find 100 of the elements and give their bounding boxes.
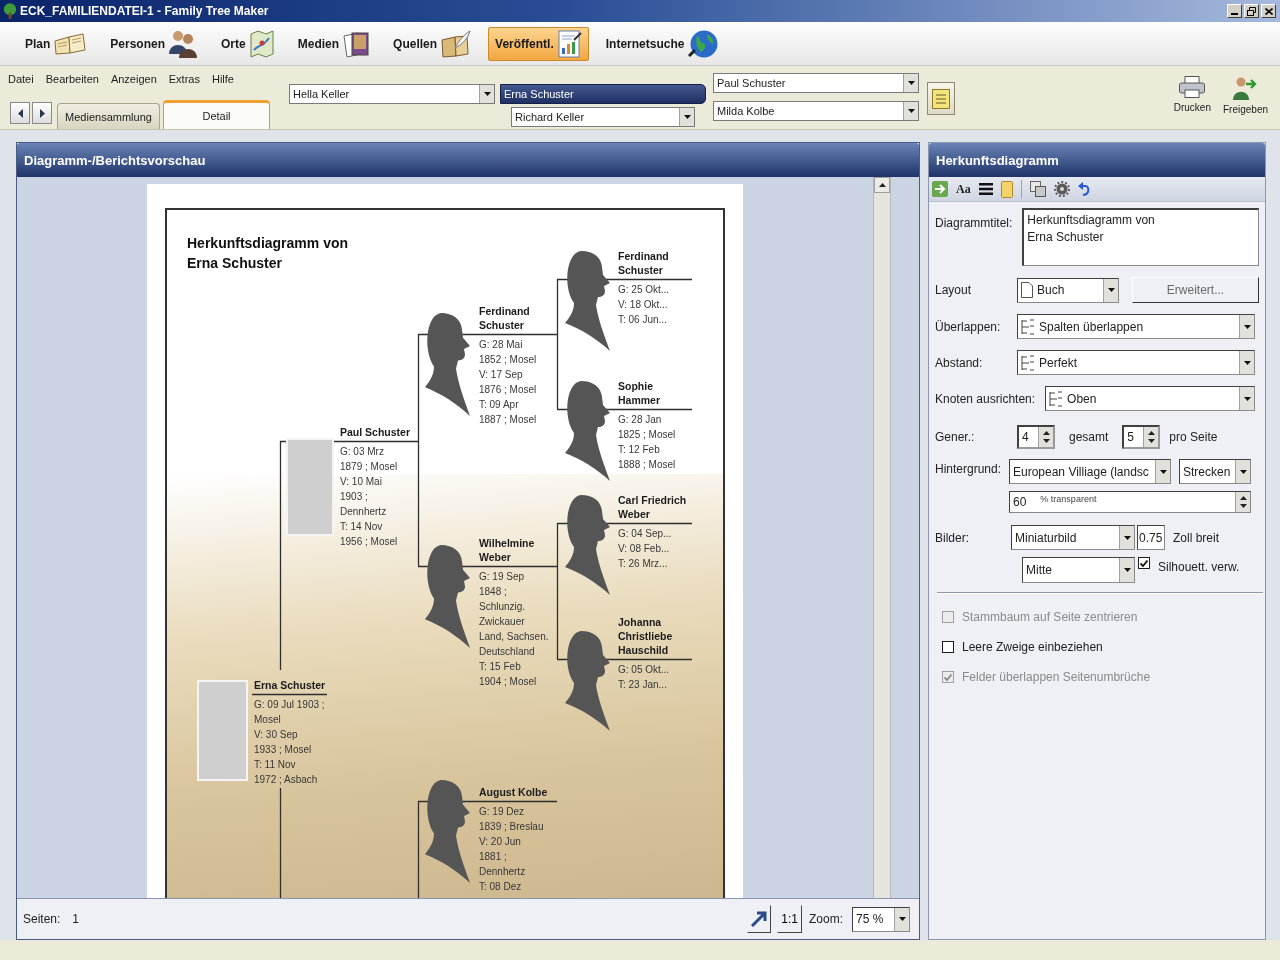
panel-title: Diagramm-/Berichtsvorschau — [24, 152, 206, 168]
silhouette-icon — [565, 381, 610, 481]
list-button[interactable] — [927, 82, 955, 115]
checkbox-label: Leere Zweige einbeziehen — [962, 640, 1103, 654]
person-name: Ferdinand Schuster — [479, 304, 530, 332]
back-button[interactable] — [10, 102, 30, 124]
caret-icon — [1103, 278, 1118, 302]
caret-icon — [894, 907, 909, 931]
event-text: G: 05 Okt... — [618, 663, 670, 677]
person-dropdown[interactable]: Hella Keller — [289, 84, 495, 104]
event-text: V: 10 Mai 1903 ; Dennhertz — [340, 475, 388, 519]
view-tab[interactable]: Mediensammlung — [57, 103, 160, 129]
field-label: Hintergrund: — [935, 461, 1003, 476]
event-text: T: 23 Jan... — [618, 678, 668, 692]
spinner-field[interactable]: 4 — [1017, 425, 1055, 449]
person-name: Carl Friedrich Weber — [618, 493, 687, 521]
silhouette-icon — [425, 780, 470, 883]
photos-icon — [343, 29, 370, 58]
person-dropdown[interactable]: Erna Schuster — [500, 84, 706, 104]
zoom-dropdown[interactable]: 75 % — [852, 906, 910, 932]
checkbox[interactable] — [1138, 557, 1150, 569]
people-icon — [169, 29, 198, 58]
silhouette-icon — [425, 313, 470, 416]
dropdown[interactable]: Oben — [1045, 386, 1255, 411]
person-name: August Kolbe — [479, 785, 548, 799]
advanced-button[interactable]: Erweitert... — [1132, 277, 1259, 303]
event-text: G: 25 Okt... — [618, 283, 670, 297]
actual-size-button[interactable]: 1:1 — [777, 905, 802, 933]
silhouette-icon — [425, 545, 470, 648]
dropdown[interactable]: Miniaturbild — [1011, 525, 1135, 550]
event-text: T: 26 Mrz... — [618, 557, 669, 571]
width-input[interactable]: 0.75 — [1137, 525, 1165, 550]
scrollbar[interactable] — [873, 177, 891, 898]
person-dropdown[interactable]: Richard Keller — [511, 107, 695, 127]
book-icon — [54, 32, 87, 55]
workspace-button[interactable]: Personen — [103, 26, 205, 61]
dropdown[interactable]: Mitte — [1022, 557, 1135, 583]
checkbox[interactable] — [942, 641, 954, 653]
forward-button[interactable] — [32, 102, 52, 124]
person-name: Johanna Christliebe Hauschild — [618, 615, 673, 657]
minimize-button[interactable] — [1227, 4, 1242, 18]
transparency-field[interactable]: 60 % transparent — [1009, 491, 1251, 513]
restore-button[interactable] — [1244, 4, 1259, 18]
menu-item[interactable]: Bearbeiten — [45, 73, 99, 85]
undo-icon[interactable] — [1077, 182, 1090, 196]
tree-icon — [3, 3, 17, 19]
print-button[interactable]: Drucken — [1173, 76, 1211, 115]
title-input[interactable]: Herkunftsdiagramm von Erna Schuster — [1022, 208, 1259, 266]
spin-arrows-icon — [1143, 427, 1159, 447]
gear-icon[interactable] — [1053, 181, 1070, 197]
menu-item[interactable]: Hilfe — [211, 73, 234, 85]
share-button[interactable]: Freigeben — [1222, 76, 1268, 115]
person-dropdown[interactable]: Milda Kolbe — [713, 101, 919, 121]
globe-icon — [688, 29, 719, 58]
dropdown[interactable]: Spalten überlappen — [1017, 314, 1255, 339]
caret-icon — [903, 74, 918, 92]
person-name: Ferdinand Schuster — [618, 249, 669, 277]
page-count: 1 — [72, 912, 80, 926]
person-arrow-icon — [1232, 76, 1259, 100]
event-text: T: 12 Feb 1888 ; Mosel — [618, 443, 676, 472]
field-label: Zoll breit — [1173, 530, 1219, 545]
spin-arrows-icon — [1038, 427, 1053, 447]
caret-icon — [903, 102, 918, 120]
dropdown[interactable]: Strecken — [1179, 459, 1251, 484]
field-label: Abstand: — [935, 355, 984, 370]
dropdown[interactable]: European Villiage (landsc — [1009, 459, 1171, 484]
menu-item[interactable]: Extras — [168, 73, 200, 85]
scroll-up-button[interactable] — [874, 177, 890, 193]
pages-label: Seiten: — [23, 912, 61, 926]
left-triangle-icon — [17, 108, 23, 118]
workspace-button[interactable]: Internetsuche — [598, 26, 726, 61]
view-tab[interactable]: Detail — [163, 100, 270, 129]
arrow-box-icon[interactable] — [932, 181, 948, 197]
lines-icon[interactable] — [978, 183, 993, 195]
dropdown[interactable]: Perfekt — [1017, 350, 1255, 375]
person-name: Wilhelmine Weber — [479, 536, 535, 564]
workspace-button[interactable]: Medien — [290, 26, 377, 61]
window-title: ECK_FAMILIENDATEI-1 - Family Tree Maker — [20, 4, 270, 18]
caret-icon — [679, 108, 694, 126]
copy-icon[interactable] — [1029, 181, 1046, 197]
workspace-button[interactable]: Quellen — [386, 26, 479, 61]
workspace-button[interactable]: Orte — [214, 26, 281, 61]
dropdown[interactable]: Buch — [1017, 277, 1119, 303]
field-label: pro Seite — [1169, 430, 1218, 444]
workspace-button[interactable]: Veröffentl. — [488, 26, 589, 61]
event-text: G: 03 Mrz 1879 ; Mosel — [340, 445, 398, 474]
close-button[interactable] — [1261, 4, 1276, 18]
person-dropdown[interactable]: Paul Schuster — [713, 73, 919, 93]
note-icon[interactable] — [1000, 180, 1013, 198]
tree-layout-icon — [1021, 318, 1035, 335]
event-text: V: 17 Sep 1876 ; Mosel — [479, 368, 537, 397]
checkmark-icon — [944, 673, 952, 681]
spinner-field[interactable]: 5 — [1122, 425, 1161, 449]
font-button[interactable]: Aa — [956, 181, 971, 197]
event-text: G: 09 Jul 1903 ; Mosel — [254, 698, 325, 727]
menu-item[interactable]: Datei — [8, 73, 34, 85]
person-name: Erna Schuster — [254, 678, 326, 692]
menu-item[interactable]: Anzeigen — [110, 73, 157, 85]
workspace-button[interactable]: Plan — [18, 26, 94, 61]
field-label: Diagrammtitel: — [935, 215, 1013, 230]
